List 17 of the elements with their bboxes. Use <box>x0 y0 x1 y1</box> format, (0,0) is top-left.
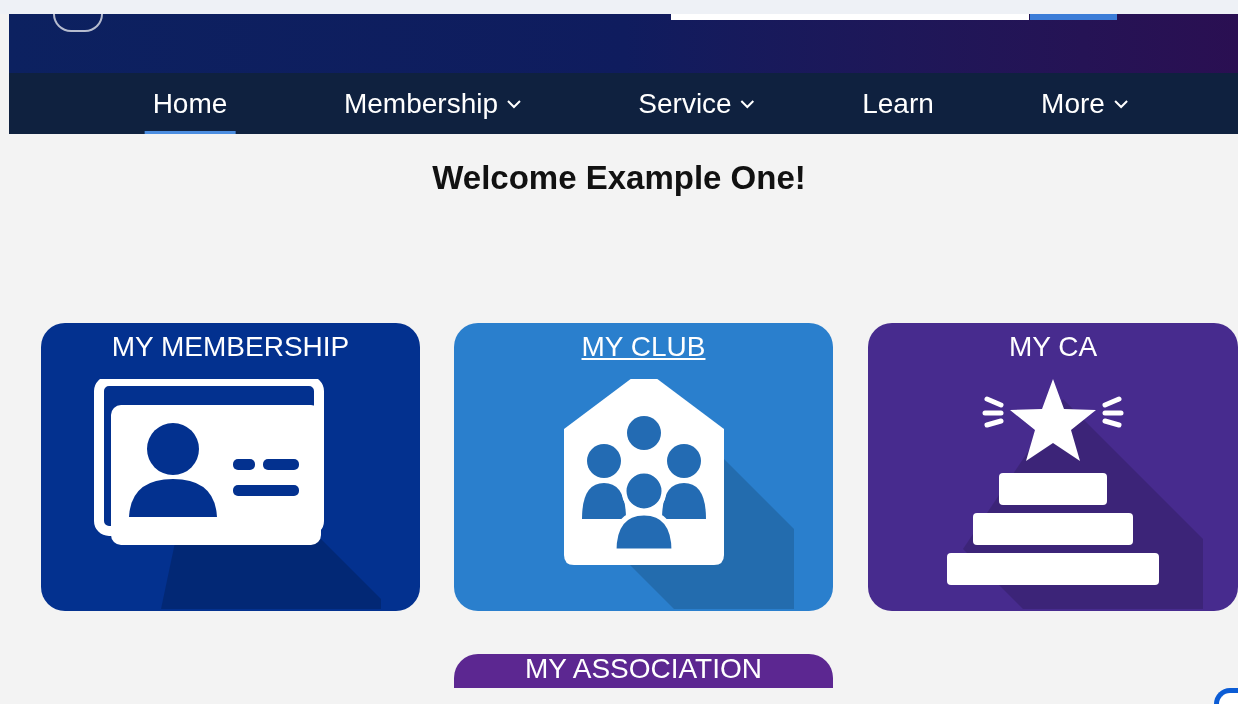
tile-card[interactable]: MY ASSOCIATION <box>454 654 833 688</box>
tile-title: MY ASSOCIATION <box>525 654 762 684</box>
search-button[interactable] <box>1030 14 1117 20</box>
tile-title: MY MEMBERSHIP <box>111 330 350 364</box>
tile-card[interactable]: MY MEMBERSHIP <box>41 323 420 611</box>
tile-card[interactable]: MY CA <box>868 323 1238 611</box>
welcome-heading: Welcome Example One! <box>431 158 807 198</box>
nav-tab[interactable]: More <box>1033 73 1137 134</box>
chat-button[interactable] <box>1214 688 1238 704</box>
nav-tab[interactable]: Membership <box>335 73 531 134</box>
tile-title: MY CA <box>1008 330 1098 364</box>
nav-tab[interactable]: Learn <box>854 73 942 134</box>
tile-title: MY CLUB <box>581 330 706 364</box>
tile-card[interactable]: MY CLUB <box>454 323 833 611</box>
logo-icon <box>53 14 103 32</box>
nav-tab[interactable]: Service <box>630 73 764 134</box>
nav-tab[interactable]: Home <box>144 73 236 134</box>
